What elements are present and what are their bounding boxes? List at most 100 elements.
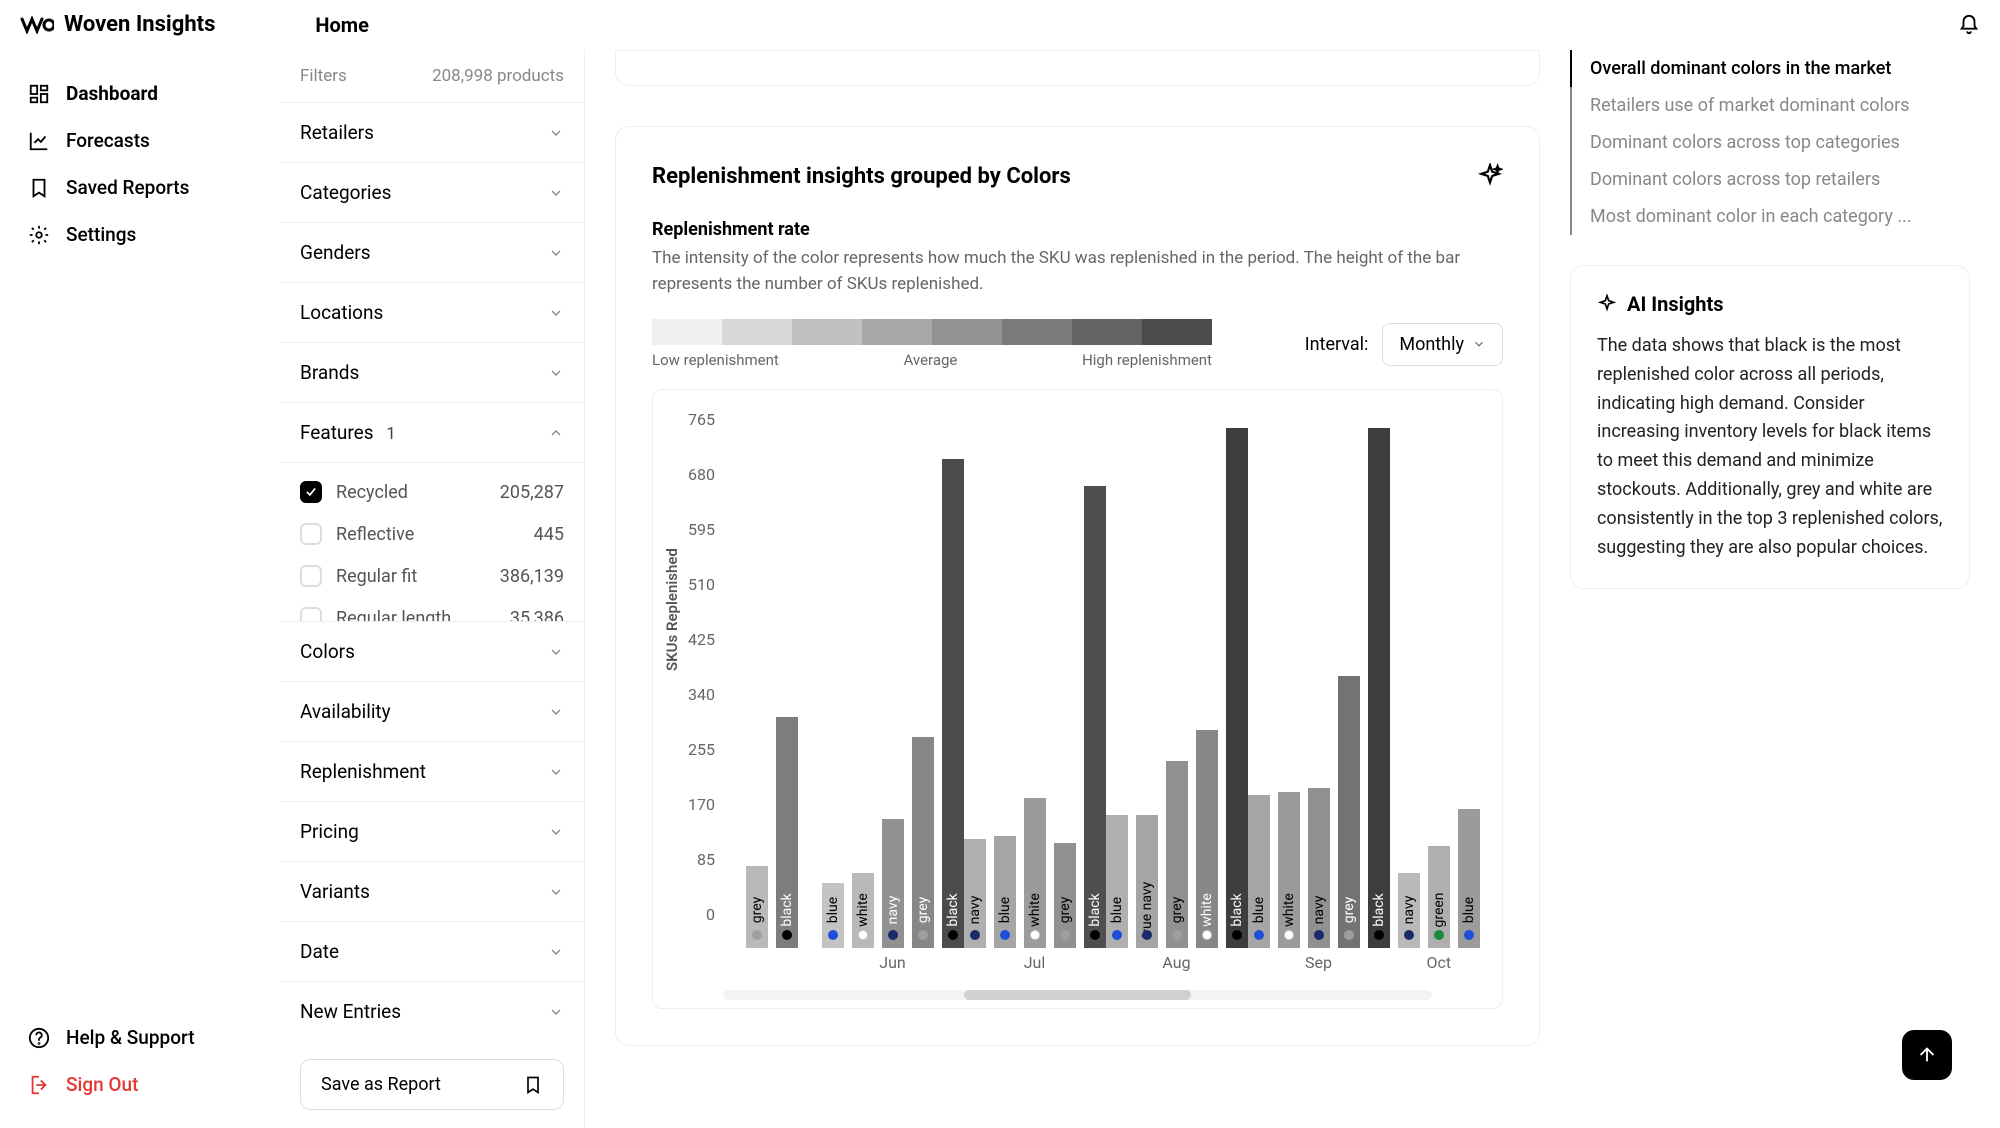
color-dot (970, 930, 980, 940)
bar-true navy[interactable]: true navy (1136, 815, 1158, 948)
nav-saved-reports[interactable]: Saved Reports (20, 164, 259, 211)
bar-white[interactable]: white (1196, 730, 1218, 948)
bookmark-icon (28, 177, 50, 199)
color-dot (1142, 930, 1152, 940)
checkbox[interactable] (300, 607, 322, 621)
toc-item[interactable]: Retailers use of market dominant colors (1570, 87, 1970, 124)
color-dot (1314, 930, 1324, 940)
bar-black[interactable]: black (942, 459, 964, 948)
filter-variants[interactable]: Variants (280, 861, 584, 921)
bar-grey[interactable]: grey (1338, 676, 1360, 948)
bar-black[interactable]: black (1226, 428, 1248, 948)
color-dot (1112, 930, 1122, 940)
chevron-down-icon (548, 824, 564, 840)
bell-icon[interactable] (1958, 14, 1980, 36)
toc-item[interactable]: Dominant colors across top retailers (1570, 161, 1970, 198)
toc-item[interactable]: Overall dominant colors in the market (1570, 50, 1970, 87)
filter-features[interactable]: Features 1 (280, 402, 584, 462)
chart-plot[interactable]: grey black blue white navy grey black J (723, 404, 1488, 984)
bar-navy[interactable]: navy (1308, 788, 1330, 948)
bar-blue[interactable]: blue (994, 836, 1016, 948)
bar-blue[interactable]: blue (1248, 795, 1270, 948)
feature-regular-length[interactable]: Regular length 35,386 (300, 597, 564, 621)
dashboard-icon (28, 83, 50, 105)
filter-pricing[interactable]: Pricing (280, 801, 584, 861)
month-group: blue true navy grey white black Aug (1106, 428, 1248, 948)
nav-dashboard[interactable]: Dashboard (20, 70, 259, 117)
filter-locations[interactable]: Locations (280, 282, 584, 342)
chart-scrollbar[interactable] (723, 990, 1432, 1000)
bar-grey[interactable]: grey (746, 866, 768, 948)
feature-regular-fit[interactable]: Regular fit 386,139 (300, 555, 564, 597)
bar-navy[interactable]: navy (964, 839, 986, 948)
filter-date[interactable]: Date (280, 921, 584, 981)
chevron-down-icon (548, 1004, 564, 1020)
color-dot (1254, 930, 1264, 940)
filter-new-entries[interactable]: New Entries (280, 981, 584, 1041)
color-dot (1172, 930, 1182, 940)
gear-icon (28, 224, 50, 246)
bar-green[interactable]: green (1428, 846, 1450, 948)
filter-replenishment[interactable]: Replenishment (280, 741, 584, 801)
replenishment-card: Replenishment insights grouped by Colors… (615, 126, 1540, 1046)
bookmark-icon (523, 1075, 543, 1095)
month-group: blue white navy grey black Jun (822, 459, 964, 948)
checkbox[interactable] (300, 523, 322, 545)
bar-grey[interactable]: grey (912, 737, 934, 948)
bar-navy[interactable]: navy (882, 819, 904, 948)
filter-retailers[interactable]: Retailers (280, 102, 584, 162)
color-dot (888, 930, 898, 940)
save-report-button[interactable]: Save as Report (300, 1059, 564, 1110)
help-icon (28, 1027, 50, 1049)
bar-white[interactable]: white (1024, 798, 1046, 948)
bar-blue[interactable]: blue (1106, 815, 1128, 948)
chart-description: The intensity of the color represents ho… (652, 246, 1472, 297)
color-dot (1404, 930, 1414, 940)
filter-availability[interactable]: Availability (280, 681, 584, 741)
bar-navy[interactable]: navy (1398, 873, 1420, 948)
color-dot (858, 930, 868, 940)
y-axis: 765680595510425340255170850 (667, 404, 723, 984)
app-logo[interactable]: Woven Insights (20, 12, 215, 37)
color-dot (1202, 930, 1212, 940)
nav-help-support[interactable]: Help & Support (20, 1014, 259, 1061)
previous-card-tail (615, 50, 1540, 86)
toc-item[interactable]: Most dominant color in each category ... (1570, 198, 1970, 235)
checkbox[interactable] (300, 481, 322, 503)
filter-brands[interactable]: Brands (280, 342, 584, 402)
bar-black[interactable]: black (776, 717, 798, 948)
chevron-down-icon (548, 944, 564, 960)
interval-select[interactable]: Monthly (1382, 323, 1503, 366)
bar-black[interactable]: black (1084, 486, 1106, 948)
filter-genders[interactable]: Genders (280, 222, 584, 282)
filter-categories[interactable]: Categories (280, 162, 584, 222)
bar-black[interactable]: black (1368, 428, 1390, 948)
filter-colors[interactable]: Colors (280, 621, 584, 681)
color-dot (782, 930, 792, 940)
chevron-down-icon (548, 644, 564, 660)
nav-forecasts[interactable]: Forecasts (20, 117, 259, 164)
section-toc: Overall dominant colors in the marketRet… (1570, 50, 1970, 235)
color-dot (918, 930, 928, 940)
bar-white[interactable]: white (852, 873, 874, 948)
color-dot (1090, 930, 1100, 940)
color-dot (1030, 930, 1040, 940)
bar-white[interactable]: white (1278, 792, 1300, 948)
sparkle-icon[interactable] (1477, 163, 1503, 189)
chevron-down-icon (548, 125, 564, 141)
nav-sign-out[interactable]: Sign Out (20, 1061, 259, 1108)
bar-grey[interactable]: grey (1054, 843, 1076, 948)
feature-recycled[interactable]: Recycled 205,287 (300, 471, 564, 513)
toc-item[interactable]: Dominant colors across top categories (1570, 124, 1970, 161)
checkbox[interactable] (300, 565, 322, 587)
feature-reflective[interactable]: Reflective 445 (300, 513, 564, 555)
features-list[interactable]: Recycled 205,287 Reflective 445 Regular … (280, 462, 584, 621)
bar-blue[interactable]: blue (822, 883, 844, 948)
scroll-top-button[interactable] (1902, 1030, 1952, 1080)
color-dot (1464, 930, 1474, 940)
color-dot (1060, 930, 1070, 940)
logo-text: Woven Insights (64, 12, 215, 37)
bar-blue[interactable]: blue (1458, 809, 1480, 948)
nav-settings[interactable]: Settings (20, 211, 259, 258)
bar-grey[interactable]: grey (1166, 761, 1188, 948)
